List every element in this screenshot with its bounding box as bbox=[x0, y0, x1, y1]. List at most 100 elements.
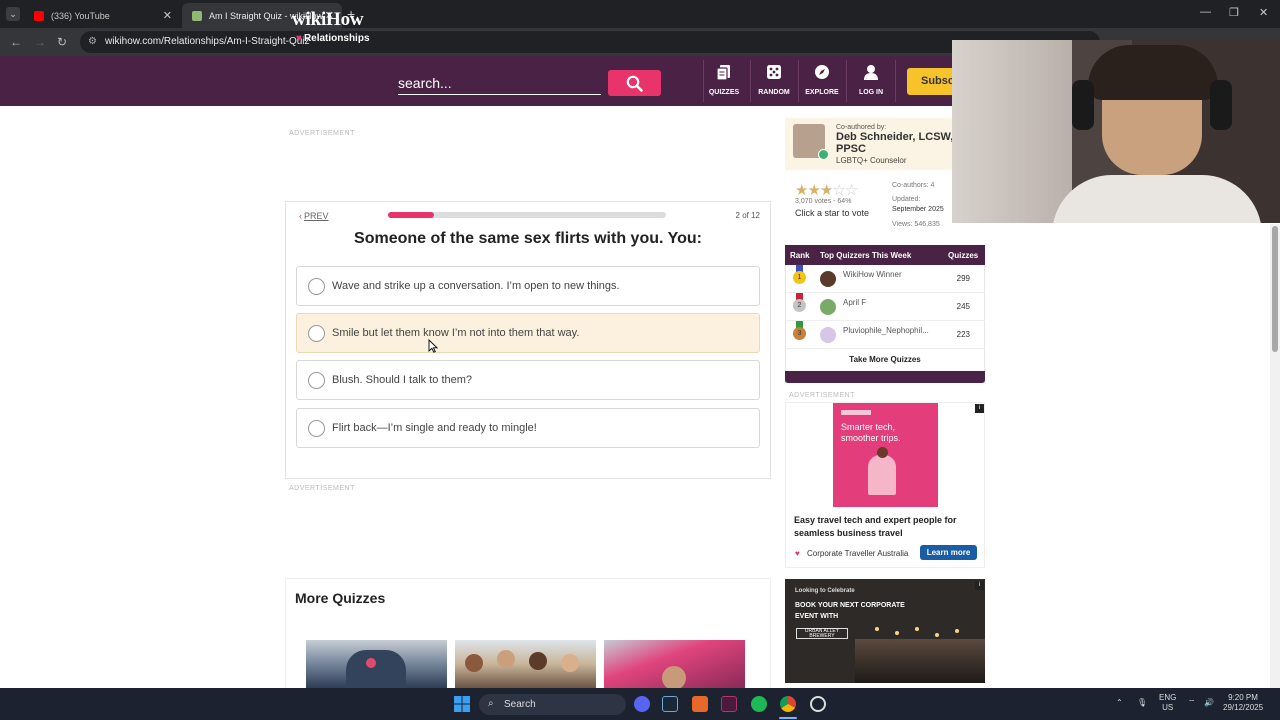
ad-brand-mark bbox=[841, 410, 871, 415]
microphone-icon[interactable]: 🎙 bbox=[1137, 698, 1147, 708]
windows-logo-icon bbox=[454, 696, 470, 712]
quizzes-icon bbox=[700, 62, 748, 82]
radio-button[interactable] bbox=[308, 325, 325, 342]
leaderboard-row[interactable]: 3 Pluviophile_Nephophil... 223 bbox=[785, 321, 985, 349]
quiz-thumbnail[interactable] bbox=[604, 640, 745, 688]
sidebar-ad[interactable]: Looking to Celebrate BOOK YOUR NEXT CORP… bbox=[785, 579, 985, 683]
answer-option[interactable]: Smile but let them know I’m not into the… bbox=[296, 313, 760, 353]
scrollbar-thumb[interactable] bbox=[1272, 226, 1278, 352]
question-text: Someone of the same sex flirts with you.… bbox=[354, 230, 702, 247]
category-label: ♥ Relationships bbox=[296, 33, 370, 44]
start-button[interactable] bbox=[454, 696, 470, 712]
ad-headline[interactable]: Easy travel tech and expert people for s… bbox=[794, 514, 984, 540]
click-star-hint: Click a star to vote bbox=[795, 208, 870, 218]
views-count: Views: 546,835 bbox=[892, 221, 940, 228]
ad-label: ADVERTISEMENT bbox=[289, 130, 355, 137]
url-field[interactable]: ⚙ wikihow.com/Relationships/Am-I-Straigh… bbox=[80, 31, 1100, 53]
maximize-icon[interactable]: ❐ bbox=[1229, 6, 1239, 19]
take-more-quizzes-link[interactable]: Take More Quizzes bbox=[785, 355, 985, 364]
language-indicator[interactable]: ENG US bbox=[1159, 693, 1176, 713]
nav-explore[interactable]: EXPLORE bbox=[798, 62, 846, 96]
ad-info-icon[interactable]: i bbox=[975, 404, 984, 413]
nav-label: RANDOM bbox=[758, 89, 790, 96]
radio-button[interactable] bbox=[308, 420, 325, 437]
page-scrollbar[interactable] bbox=[1270, 224, 1280, 688]
votes-summary: 3,070 votes - 64% bbox=[795, 198, 852, 205]
tab-title: (336) YouTube bbox=[51, 10, 110, 21]
leaderboard-row[interactable]: 1 WikiHow Winner 299 bbox=[785, 265, 985, 293]
clock[interactable]: 9:20 PM 29/12/2025 bbox=[1223, 693, 1263, 713]
spotify-icon[interactable] bbox=[751, 696, 767, 712]
nav-quizzes[interactable]: QUIZZES bbox=[700, 62, 748, 96]
taskbar-search[interactable]: ⌕ Search bbox=[479, 694, 626, 715]
compass-icon bbox=[798, 62, 846, 82]
avatar bbox=[820, 327, 836, 343]
leaderboard-row[interactable]: 2 April F 245 bbox=[785, 293, 985, 321]
leaderboard-footer bbox=[785, 371, 985, 383]
close-window-icon[interactable]: ✕ bbox=[1259, 6, 1268, 19]
star-icon[interactable]: ☆ bbox=[845, 182, 858, 199]
ad-brand-logo: URBAN ALLEY BREWERY bbox=[796, 628, 848, 639]
advertiser-name: Corporate Traveller Australia bbox=[807, 549, 909, 558]
star-icon[interactable]: ★ bbox=[807, 182, 820, 199]
nav-label: EXPLORE bbox=[805, 89, 839, 96]
star-icon[interactable]: ★ bbox=[795, 182, 808, 199]
answer-option[interactable]: Wave and strike up a conversation. I’m o… bbox=[296, 266, 760, 306]
app-icon[interactable] bbox=[692, 696, 708, 712]
search-icon: ⌕ bbox=[488, 698, 494, 709]
radio-button[interactable] bbox=[308, 372, 325, 389]
steam-icon[interactable] bbox=[662, 696, 678, 712]
quizzer-name: April F bbox=[843, 298, 867, 307]
brand-name: wikiHow bbox=[292, 9, 364, 30]
answer-option[interactable]: Flirt back—I’m single and ready to mingl… bbox=[296, 408, 760, 448]
nav-random[interactable]: RANDOM bbox=[750, 62, 798, 96]
star-icon[interactable]: ☆ bbox=[832, 182, 845, 199]
app-icon[interactable] bbox=[721, 696, 737, 712]
coauthor-label: Co-authored by: bbox=[836, 124, 887, 131]
prev-button[interactable]: ‹ PREV bbox=[299, 211, 329, 221]
heart-icon: ♥ bbox=[296, 33, 302, 44]
site-logo[interactable]: wikiHow ♥ Relationships bbox=[292, 9, 370, 44]
answer-text: Smile but let them know I’m not into the… bbox=[332, 327, 580, 339]
chevron-left-icon: ‹ bbox=[299, 211, 302, 221]
browser-tab-youtube[interactable]: (336) YouTube ✕ bbox=[24, 3, 180, 28]
back-icon[interactable]: ← bbox=[10, 35, 22, 49]
discord-icon[interactable] bbox=[634, 696, 650, 712]
learn-more-button[interactable]: Learn more bbox=[920, 545, 977, 560]
quizzer-score: 223 bbox=[956, 330, 970, 339]
answer-option[interactable]: Blush. Should I talk to them? bbox=[296, 360, 760, 400]
radio-button[interactable] bbox=[308, 278, 325, 295]
wifi-icon[interactable]: ⌔ bbox=[1188, 698, 1196, 708]
avatar bbox=[820, 271, 836, 287]
forward-icon[interactable]: → bbox=[34, 35, 46, 49]
tab-search-dropdown-icon[interactable]: ⌄ bbox=[6, 7, 20, 21]
sidebar-ad[interactable]: Smarter tech, smoother trips. Easy trave… bbox=[785, 402, 985, 568]
ad-info-icon[interactable]: i bbox=[975, 581, 984, 590]
chrome-icon[interactable] bbox=[780, 696, 796, 712]
nav-label: QUIZZES bbox=[708, 89, 740, 96]
coauthors-count: Co-authors: 4 bbox=[892, 182, 935, 189]
author-card[interactable]: Co-authored by: Deb Schneider, LCSW, PPS… bbox=[785, 118, 955, 170]
bronze-medal-icon: 3 bbox=[793, 321, 806, 343]
rating-stars[interactable]: ★★★☆☆ bbox=[795, 181, 858, 199]
star-icon[interactable]: ★ bbox=[820, 182, 833, 199]
nav-login[interactable]: LOG IN bbox=[847, 62, 895, 96]
search-button[interactable] bbox=[608, 70, 661, 96]
webcam-overlay bbox=[952, 40, 1280, 223]
app-icon[interactable] bbox=[810, 696, 826, 712]
quiz-thumbnail[interactable] bbox=[306, 640, 447, 688]
close-tab-icon[interactable]: ✕ bbox=[163, 9, 172, 22]
volume-icon[interactable]: 🔊 bbox=[1204, 698, 1214, 708]
leaderboard-header: Rank Top Quizzers This Week Quizzes bbox=[785, 245, 985, 265]
quiz-thumbnail[interactable] bbox=[455, 640, 596, 688]
reload-icon[interactable]: ↻ bbox=[57, 35, 67, 49]
author-name[interactable]: Deb Schneider, LCSW, PPSC bbox=[836, 131, 954, 155]
tray-overflow-icon[interactable]: ⌃ bbox=[1116, 698, 1123, 708]
search-input[interactable] bbox=[398, 71, 601, 95]
site-info-icon[interactable]: ⚙ bbox=[88, 36, 97, 47]
ad-kicker: Looking to Celebrate bbox=[795, 588, 855, 594]
more-quizzes-title: More Quizzes bbox=[295, 590, 386, 606]
minimize-icon[interactable]: — bbox=[1200, 6, 1211, 18]
nav-label: LOG IN bbox=[858, 89, 884, 96]
rank-header: Rank bbox=[790, 251, 810, 260]
